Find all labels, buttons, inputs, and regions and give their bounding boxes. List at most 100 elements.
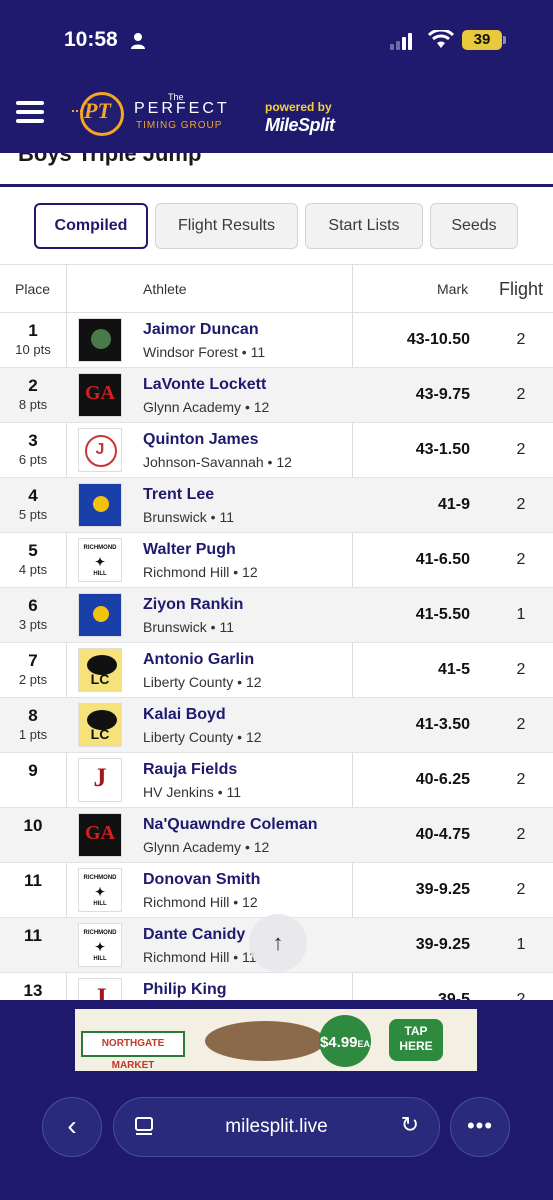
athlete-name-link[interactable]: Kalai Boyd: [143, 706, 226, 724]
table-row[interactable]: 8 1 pts LC Kalai Boyd Liberty County • 12 41-…: [0, 698, 553, 753]
athlete-name-link[interactable]: Na'Quawndre Coleman: [143, 816, 318, 834]
header-athlete[interactable]: Athlete: [143, 281, 187, 297]
athlete-name-link[interactable]: Jaimor Duncan: [143, 321, 259, 339]
row-mark: 43-1.50: [415, 441, 470, 458]
bottom-area: NORTHGATE MARKET $4.99EA TAP HERE ‹ mile…: [0, 1000, 553, 1200]
back-button[interactable]: ‹: [42, 1097, 102, 1157]
chevron-left-icon: ‹: [67, 1110, 77, 1141]
tab-flight-results[interactable]: Flight Results: [155, 203, 298, 249]
row-points: 3 pts: [18, 617, 48, 632]
row-flight: 2: [516, 386, 526, 403]
row-flight: 1: [516, 606, 526, 623]
school-logo: [78, 483, 122, 527]
table-header: Place Athlete Mark Flight: [0, 264, 553, 313]
athlete-school: Liberty County • 12: [143, 729, 262, 745]
table-row[interactable]: 5 4 pts RICHMOND ✦ HILL Walter Pugh Richmond H…: [0, 533, 553, 588]
row-place: 2: [28, 376, 38, 395]
event-title-strip: Boys Triple Jump: [0, 153, 553, 185]
row-flight: 2: [516, 881, 526, 898]
logo-perfect: PERFECT: [134, 100, 230, 117]
athlete-name-link[interactable]: Dante Canidy: [143, 926, 245, 944]
event-title: Boys Triple Jump: [18, 153, 202, 166]
row-points: 2 pts: [18, 672, 48, 687]
row-mark: 41-6.50: [415, 551, 470, 568]
more-options-button[interactable]: •••: [450, 1097, 510, 1157]
status-time: 10:58: [64, 28, 118, 51]
table-row[interactable]: 10 GA Na'Quawndre Coleman Glynn Academy • 1…: [0, 808, 553, 863]
athlete-school: Glynn Academy • 12: [143, 399, 270, 415]
ad-banner[interactable]: NORTHGATE MARKET $4.99EA TAP HERE: [75, 1009, 477, 1071]
row-mark: 43-10.50: [406, 331, 470, 348]
table-row[interactable]: 6 3 pts Ziyon Rankin Brunswick • 11 41-5.50 1: [0, 588, 553, 643]
tab-compiled[interactable]: Compiled: [34, 203, 148, 249]
athlete-school: Windsor Forest • 11: [143, 344, 266, 360]
row-mark: 41-5.50: [415, 606, 470, 623]
athlete-school: Brunswick • 11: [143, 509, 235, 525]
row-place: 13: [23, 981, 43, 1000]
header-mark[interactable]: Mark: [437, 281, 468, 297]
battery-indicator: 39: [462, 30, 502, 50]
table-row[interactable]: 7 2 pts LC Antonio Garlin Liberty County • 1…: [0, 643, 553, 698]
table-row[interactable]: 3 6 pts J Quinton James Johnson-Savannah • 1…: [0, 423, 553, 478]
person-icon: [131, 33, 145, 49]
athlete-school: Richmond Hill • 11: [143, 949, 257, 965]
row-flight: 2: [516, 826, 526, 843]
row-place: 8: [28, 706, 38, 725]
athlete-school: Richmond Hill • 12: [143, 564, 258, 580]
row-flight: 2: [516, 551, 526, 568]
athlete-school: Richmond Hill • 12: [143, 894, 258, 910]
row-place: 7: [28, 651, 38, 670]
row-mark: 39-9.25: [415, 881, 470, 898]
athlete-name-link[interactable]: Walter Pugh: [143, 541, 236, 559]
hamburger-menu-icon[interactable]: [16, 101, 44, 123]
school-logo: RICHMOND ✦ HILL: [78, 538, 122, 582]
school-logo: RICHMOND ✦ HILL: [78, 923, 122, 967]
ad-tap-here-button[interactable]: TAP HERE: [389, 1019, 443, 1061]
athlete-school: Johnson-Savannah • 12: [143, 454, 292, 470]
school-logo: J: [78, 758, 122, 802]
row-flight: 2: [516, 771, 526, 788]
athlete-school: HV Jenkins • 11: [143, 784, 242, 800]
ad-price-unit: EA: [357, 1039, 371, 1049]
ad-price: $4.99EA: [319, 1015, 371, 1067]
row-place: 4: [28, 486, 38, 505]
ellipsis-icon: •••: [466, 1113, 494, 1138]
powered-by-label: powered by: [265, 100, 332, 114]
table-row[interactable]: 4 5 pts Trent Lee Brunswick • 11 41-9 2: [0, 478, 553, 533]
table-row[interactable]: 11 RICHMOND ✦ HILL Donovan Smith Richmond Hil…: [0, 863, 553, 918]
row-mark: 43-9.75: [415, 386, 470, 403]
tab-seeds[interactable]: Seeds: [430, 203, 518, 249]
scroll-to-top-button[interactable]: ↑: [249, 914, 307, 972]
row-flight: 2: [516, 661, 526, 678]
athlete-name-link[interactable]: Philip King: [143, 981, 227, 999]
header-flight[interactable]: Flight: [499, 279, 543, 300]
perfect-timing-logo[interactable]: PT The PERFECT TIMING GROUP: [72, 88, 252, 140]
athlete-name-link[interactable]: LaVonte Lockett: [143, 376, 266, 394]
row-place: 10: [23, 816, 43, 835]
athlete-name-link[interactable]: Donovan Smith: [143, 871, 260, 889]
ad-store-logo: NORTHGATE MARKET: [81, 1031, 185, 1071]
logo-monogram: PT: [84, 98, 111, 123]
athlete-name-link[interactable]: Quinton James: [143, 431, 259, 449]
reload-icon[interactable]: ↻: [401, 1112, 419, 1138]
athlete-name-link[interactable]: Trent Lee: [143, 486, 214, 504]
signal-icon: [390, 32, 414, 50]
row-mark: 41-5: [437, 661, 470, 678]
header-place[interactable]: Place: [15, 281, 50, 297]
milesplit-logo[interactable]: MileSplit: [265, 115, 335, 136]
row-mark: 40-4.75: [415, 826, 470, 843]
table-row[interactable]: 1 10 pts Jaimor Duncan Windsor Forest • 11 4…: [0, 313, 553, 368]
row-points: 10 pts: [15, 342, 51, 357]
athlete-name-link[interactable]: Rauja Fields: [143, 761, 237, 779]
address-bar[interactable]: milesplit.live ↻: [113, 1097, 440, 1157]
school-logo: LC: [78, 648, 122, 692]
ad-product-image: [205, 1021, 325, 1061]
app-header: 10:58 39 PT The PERFECT TIMING GROUP pow…: [0, 0, 553, 153]
row-mark: 39-9.25: [415, 936, 470, 953]
tab-start-lists[interactable]: Start Lists: [305, 203, 423, 249]
row-place: 1: [28, 321, 38, 340]
table-row[interactable]: 9 J Rauja Fields HV Jenkins • 11 40-6.25 2: [0, 753, 553, 808]
athlete-name-link[interactable]: Antonio Garlin: [143, 651, 254, 669]
athlete-name-link[interactable]: Ziyon Rankin: [143, 596, 243, 614]
table-row[interactable]: 2 8 pts GA LaVonte Lockett Glynn Academy • 1…: [0, 368, 553, 423]
